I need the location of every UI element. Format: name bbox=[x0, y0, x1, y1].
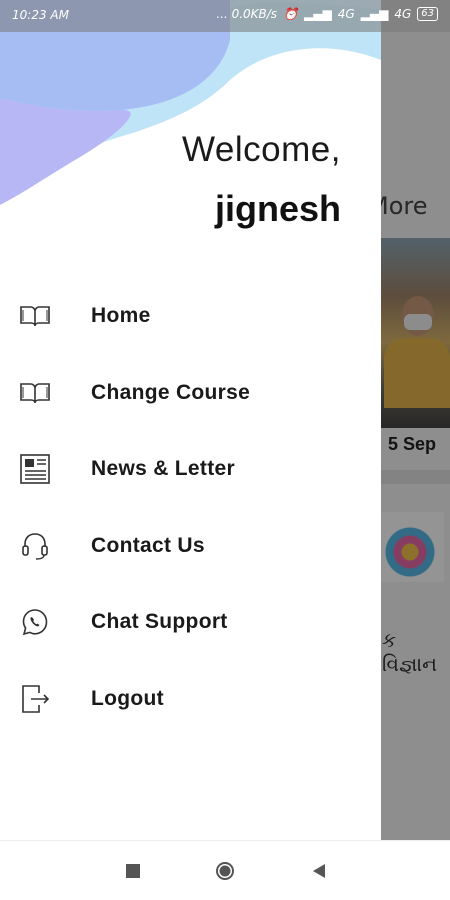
network-type-1: 4G bbox=[337, 7, 355, 21]
username-text: jignesh bbox=[214, 188, 341, 229]
menu-item-contact-us[interactable]: Contact Us bbox=[0, 508, 381, 585]
whatsapp-icon bbox=[18, 605, 52, 639]
back-button[interactable] bbox=[309, 861, 329, 881]
signal-icon: ▂▄▆ bbox=[304, 7, 332, 21]
status-time: 10:23 AM bbox=[12, 8, 69, 22]
alarm-icon: ⏰ bbox=[283, 7, 299, 21]
welcome-text: Welcome, bbox=[182, 130, 341, 169]
navigation-drawer: Welcome, jignesh Home Change Course News… bbox=[0, 0, 381, 840]
status-bar: 10:23 AM ... 0.0KB/s ⏰ ▂▄▆ 4G ▂▄▆ 4G 63 bbox=[0, 0, 450, 32]
menu-label-news-letter: News & Letter bbox=[91, 457, 235, 481]
menu-label-chat-support: Chat Support bbox=[91, 610, 228, 634]
menu-item-home[interactable]: Home bbox=[0, 278, 381, 355]
recent-apps-button[interactable] bbox=[123, 861, 143, 881]
drawer-header: Welcome, jignesh bbox=[0, 0, 381, 250]
menu-item-change-course[interactable]: Change Course bbox=[0, 355, 381, 432]
network-speed: ... 0.0KB/s bbox=[216, 7, 278, 21]
drawer-menu: Home Change Course News & Letter Contact… bbox=[0, 278, 381, 737]
book-icon bbox=[18, 376, 52, 410]
menu-item-logout[interactable]: Logout bbox=[0, 661, 381, 738]
home-button[interactable] bbox=[215, 861, 235, 881]
menu-item-chat-support[interactable]: Chat Support bbox=[0, 584, 381, 661]
network-type-2: 4G bbox=[394, 7, 412, 21]
battery-icon: 63 bbox=[417, 7, 438, 21]
menu-label-logout: Logout bbox=[91, 686, 164, 710]
logout-icon bbox=[18, 682, 52, 716]
menu-label-contact-us: Contact Us bbox=[91, 533, 205, 557]
system-nav-bar bbox=[0, 840, 450, 900]
status-icons: ... 0.0KB/s ⏰ ▂▄▆ 4G ▂▄▆ 4G 63 bbox=[216, 7, 438, 21]
signal-icon: ▂▄▆ bbox=[360, 7, 389, 21]
headset-icon bbox=[18, 529, 52, 563]
menu-label-home: Home bbox=[91, 304, 151, 328]
menu-label-change-course: Change Course bbox=[91, 380, 251, 404]
book-icon bbox=[18, 299, 52, 333]
newspaper-icon bbox=[18, 452, 52, 486]
menu-item-news-letter[interactable]: News & Letter bbox=[0, 431, 381, 508]
